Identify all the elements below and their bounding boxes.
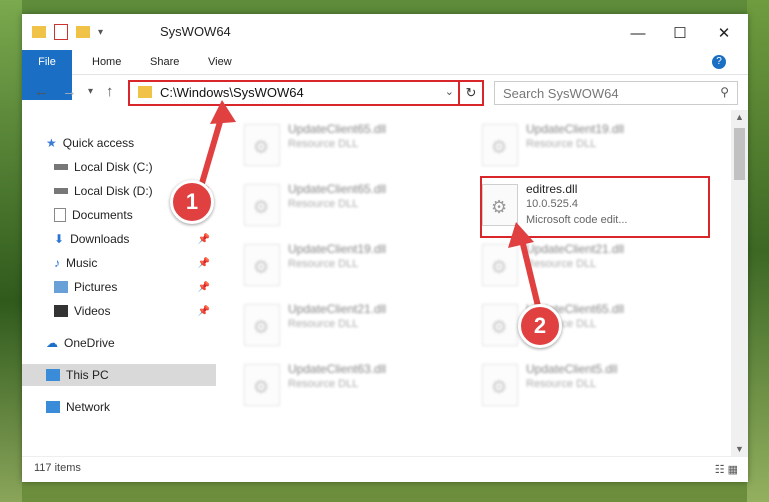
callout-2: 2 xyxy=(518,304,562,348)
arrow-1-line xyxy=(197,114,225,191)
arrow-1-head xyxy=(210,100,236,124)
annotation-arrows xyxy=(197,100,541,307)
arrow-2-line xyxy=(519,239,541,307)
arrow-2-head xyxy=(508,222,534,248)
callout-1: 1 xyxy=(170,180,214,224)
